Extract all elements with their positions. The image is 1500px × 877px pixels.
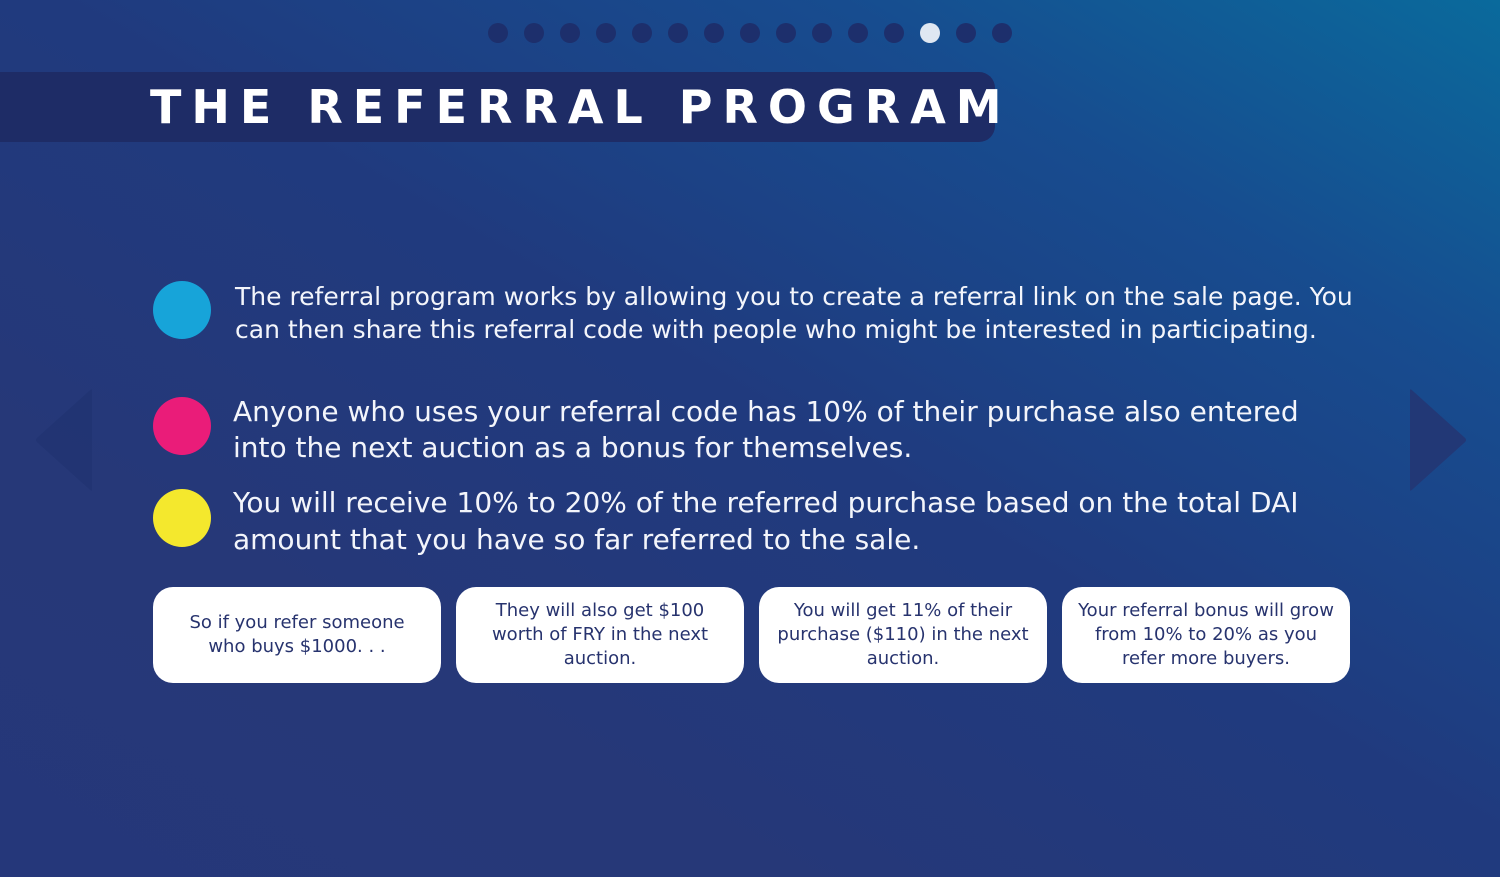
card-text: So if you refer someone who buys $1000. … [189, 612, 405, 657]
pagination-dot[interactable] [992, 23, 1012, 43]
example-card: You will get 11% of their purchase ($110… [759, 587, 1047, 683]
pagination-dot[interactable] [740, 23, 760, 43]
pagination-dot-active[interactable] [920, 23, 940, 43]
next-slide-button[interactable] [1406, 388, 1468, 496]
pagination-dot[interactable] [776, 23, 796, 43]
pagination-dot[interactable] [596, 23, 616, 43]
card-text: You will get 11% of their purchase ($110… [777, 600, 1029, 669]
example-card: Your referral bonus will grow from 10% t… [1062, 587, 1350, 683]
pagination-dot[interactable] [524, 23, 544, 43]
bullet-dot-magenta [153, 397, 211, 455]
pagination-dot[interactable] [884, 23, 904, 43]
bullet-dot-cyan [153, 281, 211, 339]
page-title: THE REFERRAL PROGRAM [150, 80, 1012, 134]
bullet-text: The referral program works by allowing y… [235, 282, 1353, 344]
slide-pagination [488, 23, 1012, 43]
chevron-left-icon [36, 389, 92, 491]
example-card: They will also get $100 worth of FRY in … [456, 587, 744, 683]
pagination-dot[interactable] [632, 23, 652, 43]
bullet-dot-yellow [153, 489, 211, 547]
example-card: So if you refer someone who buys $1000. … [153, 587, 441, 683]
card-text: Your referral bonus will grow from 10% t… [1078, 600, 1334, 669]
prev-slide-button[interactable] [34, 388, 96, 496]
bullet-text: You will receive 10% to 20% of the refer… [233, 486, 1299, 556]
pagination-dot[interactable] [812, 23, 832, 43]
pagination-dot[interactable] [560, 23, 580, 43]
pagination-dot[interactable] [704, 23, 724, 43]
pagination-dot[interactable] [848, 23, 868, 43]
bullet-text: Anyone who uses your referral code has 1… [233, 395, 1299, 464]
example-cards: So if you refer someone who buys $1000. … [153, 587, 1350, 683]
pagination-dot[interactable] [488, 23, 508, 43]
card-text: They will also get $100 worth of FRY in … [491, 600, 709, 669]
chevron-right-icon [1410, 389, 1466, 491]
pagination-dot[interactable] [956, 23, 976, 43]
pagination-dot[interactable] [668, 23, 688, 43]
